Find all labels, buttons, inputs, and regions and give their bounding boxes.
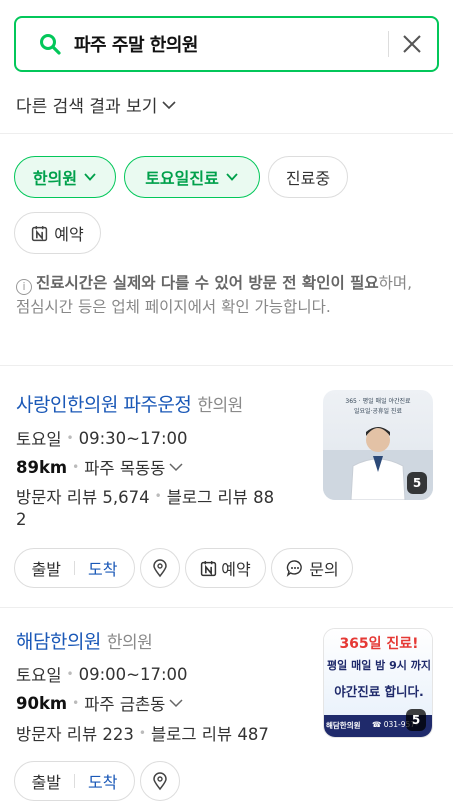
place-title[interactable]: 사랑인한의원 파주운정 한의원 bbox=[16, 390, 243, 417]
business-day: 토요일 bbox=[16, 666, 62, 685]
business-hours: 토요일 • 09:30~17:00 bbox=[16, 426, 188, 450]
reserve-button[interactable]: 예약 bbox=[185, 548, 266, 588]
blog-reviews-cont: 2 bbox=[16, 510, 27, 529]
chat-bubble-icon bbox=[286, 560, 303, 577]
distance: 90km bbox=[16, 693, 68, 713]
other-results-toggle[interactable]: 다른 검색 결과 보기 bbox=[16, 92, 177, 117]
visitor-reviews: 방문자 리뷰 223 bbox=[16, 725, 134, 744]
divider bbox=[0, 365, 453, 366]
arrive-button[interactable]: 도착 bbox=[88, 769, 117, 793]
map-pin-button[interactable] bbox=[140, 548, 180, 588]
inquire-label: 문의 bbox=[309, 560, 339, 579]
place-title[interactable]: 해담한의원 한의원 bbox=[16, 627, 153, 654]
depart-button[interactable]: 출발 bbox=[32, 769, 61, 793]
thumb-footer-name: 해담한의원 bbox=[326, 721, 361, 730]
chevron-down-icon bbox=[169, 463, 183, 472]
area: 파주 목동동 bbox=[84, 459, 166, 478]
area: 파주 금촌동 bbox=[84, 695, 166, 714]
photo-count-badge: 5 bbox=[407, 472, 427, 494]
place-category: 한의원 bbox=[197, 396, 243, 416]
inquire-button[interactable]: 문의 bbox=[271, 548, 353, 588]
filter-chip-label: 한의원 bbox=[32, 169, 78, 188]
search-icon bbox=[40, 34, 61, 55]
place-name[interactable]: 사랑인한의원 파주운정 bbox=[16, 394, 192, 416]
filter-chip-open-now[interactable]: 진료중 bbox=[268, 156, 348, 198]
reserve-label: 예약 bbox=[221, 560, 251, 579]
thumb-subline-2: 야간진료 합니다. bbox=[334, 684, 424, 699]
filter-chip-label: 진료중 bbox=[285, 169, 331, 188]
place-thumbnail[interactable]: 365 · 평일 매일 야간진료 일요일·공휴일 진료 5 bbox=[323, 390, 433, 500]
place-thumbnail[interactable]: 365일 진료! 평일 매일 밤 9시 까지 야간진료 합니다. 해담한의원 ☎… bbox=[323, 628, 433, 738]
filter-chip-label: 예약 bbox=[54, 225, 84, 244]
business-hours: 토요일 • 09:00~17:00 bbox=[16, 662, 188, 686]
route-button[interactable]: 출발 도착 bbox=[14, 761, 135, 801]
map-pin-icon bbox=[153, 772, 167, 791]
chevron-down-icon bbox=[84, 173, 96, 181]
filter-chip-reservation[interactable]: 예약 bbox=[14, 212, 101, 254]
search-bar[interactable]: 파주 주말 한의원 bbox=[14, 16, 439, 72]
distance: 89km bbox=[16, 457, 68, 477]
close-icon[interactable] bbox=[401, 33, 423, 55]
divider bbox=[0, 607, 453, 608]
place-name[interactable]: 해담한의원 bbox=[16, 631, 101, 653]
review-line-wrap: 2 bbox=[16, 510, 27, 529]
location-line[interactable]: 89km • 파주 목동동 bbox=[16, 455, 184, 479]
visitor-reviews: 방문자 리뷰 5,674 bbox=[16, 488, 150, 507]
filter-chip-saturday[interactable]: 토요일진료 bbox=[124, 156, 260, 198]
calendar-n-icon bbox=[201, 560, 217, 576]
thumb-headline: 365일 진료! bbox=[339, 636, 419, 652]
calendar-n-icon bbox=[32, 225, 48, 241]
chevron-down-icon bbox=[162, 100, 176, 109]
business-time: 09:30~17:00 bbox=[78, 428, 188, 448]
chevron-down-icon bbox=[169, 699, 183, 708]
chevron-down-icon bbox=[226, 173, 238, 181]
depart-button[interactable]: 출발 bbox=[32, 556, 61, 580]
route-button[interactable]: 출발 도착 bbox=[14, 548, 135, 588]
map-pin-icon bbox=[153, 559, 167, 578]
divider bbox=[388, 31, 389, 57]
review-line: 방문자 리뷰 223 • 블로그 리뷰 487 bbox=[16, 721, 269, 745]
place-category: 한의원 bbox=[106, 633, 153, 653]
photo-count-badge: 5 bbox=[406, 709, 426, 731]
business-day: 토요일 bbox=[16, 430, 62, 449]
filter-chip-hanuiwon[interactable]: 한의원 bbox=[14, 156, 116, 198]
other-results-label: 다른 검색 결과 보기 bbox=[16, 97, 158, 117]
info-icon: i bbox=[16, 279, 32, 295]
blog-reviews: 블로그 리뷰 88 bbox=[166, 488, 275, 507]
arrive-button[interactable]: 도착 bbox=[88, 556, 117, 580]
filter-chip-label: 토요일진료 bbox=[145, 169, 219, 188]
thumb-subline: 평일 매일 밤 9시 까지 bbox=[327, 659, 431, 672]
notice-bold: 진료시간은 실제와 다를 수 있어 방문 전 확인이 필요 bbox=[36, 274, 379, 292]
map-pin-button[interactable] bbox=[140, 761, 180, 801]
blog-reviews: 블로그 리뷰 487 bbox=[150, 725, 269, 744]
divider bbox=[0, 133, 453, 134]
hours-notice: i 진료시간은 실제와 다를 수 있어 방문 전 확인이 필요하며, 점심시간 등… bbox=[16, 271, 416, 319]
business-time: 09:00~17:00 bbox=[78, 664, 188, 684]
location-line[interactable]: 90km • 파주 금촌동 bbox=[16, 691, 184, 715]
search-input[interactable]: 파주 주말 한의원 bbox=[74, 31, 376, 57]
review-line: 방문자 리뷰 5,674 • 블로그 리뷰 88 bbox=[16, 484, 274, 508]
